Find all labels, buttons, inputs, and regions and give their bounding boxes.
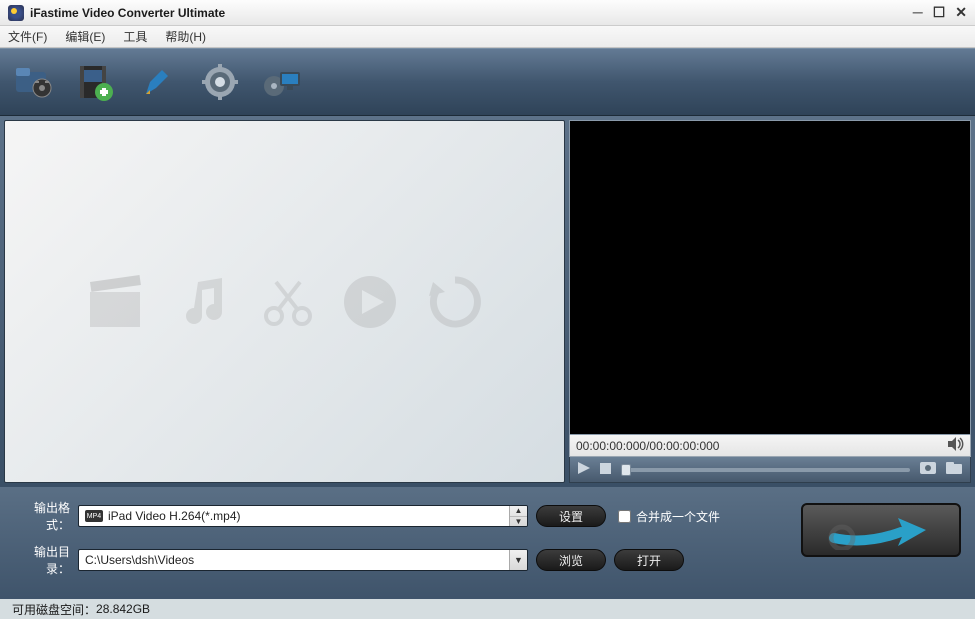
merge-checkbox[interactable]: 合并成一个文件 [618, 508, 720, 525]
edit-button[interactable] [136, 60, 180, 104]
dir-value: C:\Users\dsh\Videos [79, 550, 509, 570]
menubar: 文件(F) 编辑(E) 工具 帮助(H) [0, 26, 975, 48]
minimize-button[interactable]: ─ [913, 4, 923, 21]
music-icon [180, 274, 235, 329]
menu-edit[interactable]: 编辑(E) [65, 28, 105, 45]
format-value: MP4 iPad Video H.264(*.mp4) [79, 506, 509, 526]
disk-value: 28.842GB [96, 602, 150, 616]
snapshot-button[interactable] [920, 462, 936, 477]
window-controls: ─ ☐ ✕ [913, 4, 967, 21]
content-area: 00:00:00:000/00:00:00:000 [0, 116, 975, 487]
status-bar: 可用磁盘空间： 28.842GB [0, 599, 975, 619]
time-display-bar: 00:00:00:000/00:00:00:000 [569, 435, 971, 457]
dir-combo[interactable]: C:\Users\dsh\Videos ▼ [78, 549, 528, 571]
volume-icon[interactable] [948, 437, 964, 454]
browse-button[interactable]: 浏览 [536, 549, 606, 571]
disk-label: 可用磁盘空间： [12, 601, 96, 618]
convert-button[interactable] [801, 503, 961, 557]
menu-help[interactable]: 帮助(H) [165, 28, 206, 45]
mp4-icon: MP4 [85, 510, 103, 522]
format-combo[interactable]: MP4 iPad Video H.264(*.mp4) ▲▼ [78, 505, 528, 527]
time-display: 00:00:00:000/00:00:00:000 [576, 439, 719, 453]
clapper-icon [85, 267, 155, 337]
add-video-button[interactable] [74, 60, 118, 104]
open-output-button[interactable]: 打开 [614, 549, 684, 571]
format-label: 输出格式： [14, 499, 70, 533]
seek-slider[interactable] [621, 468, 910, 472]
window-title: iFastime Video Converter Ultimate [30, 6, 913, 20]
open-folder-button[interactable] [946, 462, 962, 477]
watermark-icons [85, 267, 485, 337]
refresh-icon [425, 272, 485, 332]
menu-tools[interactable]: 工具 [123, 28, 147, 45]
dir-dropdown[interactable]: ▼ [509, 550, 527, 570]
scissors-icon [260, 274, 315, 329]
settings-output-button[interactable]: 设置 [536, 505, 606, 527]
merge-checkbox-input[interactable] [618, 510, 631, 523]
stop-button[interactable] [600, 463, 611, 477]
bottom-panel: 输出格式： MP4 iPad Video H.264(*.mp4) ▲▼ 设置 … [0, 487, 975, 619]
seek-thumb[interactable] [621, 464, 631, 476]
play-circle-icon [340, 272, 400, 332]
dir-label: 输出目录： [14, 543, 70, 577]
file-list-pane[interactable] [4, 120, 565, 483]
maximize-button[interactable]: ☐ [933, 4, 946, 21]
close-button[interactable]: ✕ [955, 4, 967, 21]
titlebar: iFastime Video Converter Ultimate ─ ☐ ✕ [0, 0, 975, 26]
settings-button[interactable] [198, 60, 242, 104]
play-button[interactable] [578, 462, 590, 477]
disc-button[interactable] [260, 60, 304, 104]
preview-pane: 00:00:00:000/00:00:00:000 [569, 120, 971, 483]
video-preview[interactable] [569, 120, 971, 435]
toolbar [0, 48, 975, 116]
format-spinner[interactable]: ▲▼ [509, 506, 527, 526]
app-logo-icon [8, 5, 24, 21]
convert-arrow-icon [826, 510, 936, 550]
player-controls [569, 457, 971, 483]
menu-file[interactable]: 文件(F) [8, 28, 47, 45]
add-folder-button[interactable] [12, 60, 56, 104]
